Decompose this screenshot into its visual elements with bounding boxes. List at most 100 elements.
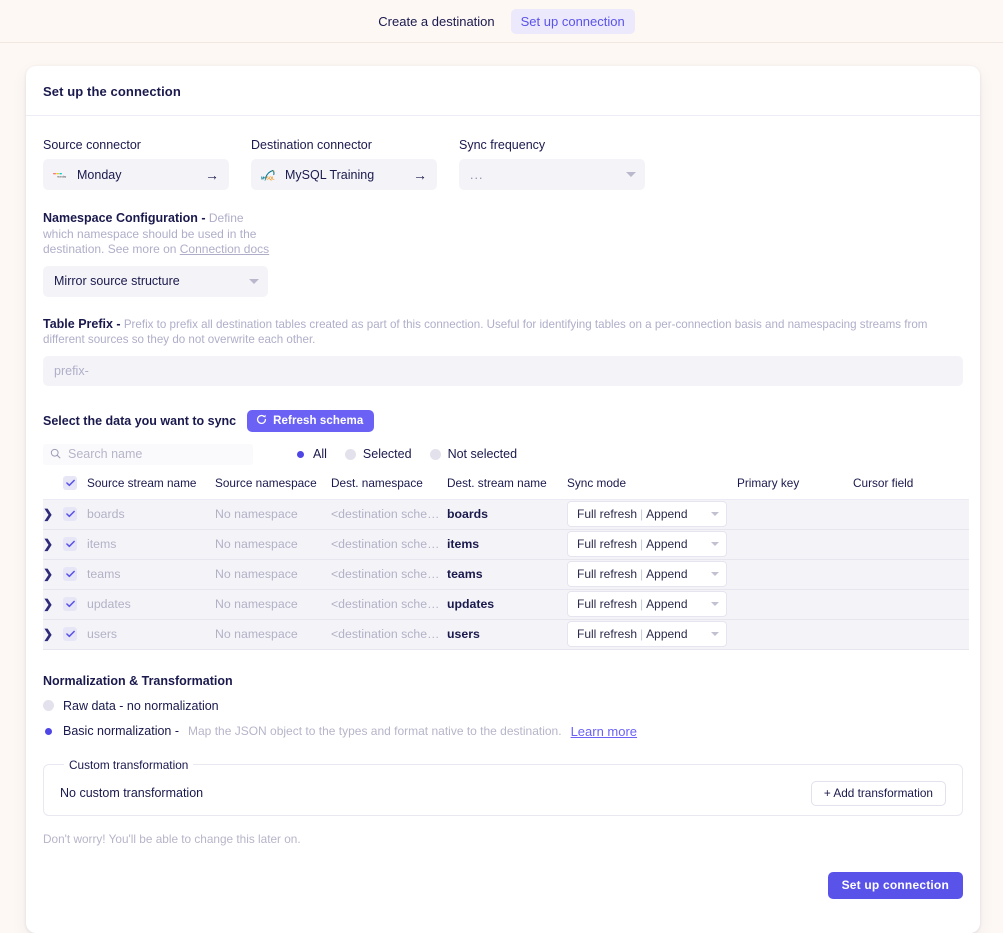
refresh-icon: [256, 414, 267, 428]
row-checkbox-cell[interactable]: [63, 529, 87, 560]
namespace-select[interactable]: Mirror source structure: [43, 265, 268, 297]
cell-dest-stream-name: updates: [447, 589, 567, 620]
sync-mode-primary: Full refresh: [577, 537, 638, 551]
source-connector-box[interactable]: monday Monday →: [43, 159, 229, 190]
radio-icon: [43, 725, 54, 737]
normalization-option-basic[interactable]: Basic normalization - Map the JSON objec…: [43, 724, 963, 739]
destination-connector-box[interactable]: My SQL MySQL Training →: [251, 159, 437, 190]
row-checkbox[interactable]: [63, 627, 77, 641]
sync-mode-separator: |: [640, 537, 644, 551]
table-row[interactable]: ❯ users No namespace <destination schem.…: [43, 619, 969, 650]
cell-dest-namespace-text: <destination schem...: [331, 597, 447, 611]
cell-sync-mode[interactable]: Full refresh | Append: [567, 589, 737, 620]
search-input[interactable]: [68, 447, 246, 461]
cell-dest-namespace-text: <destination schem...: [331, 567, 447, 581]
table-row[interactable]: ❯ boards No namespace <destination schem…: [43, 499, 969, 530]
refresh-schema-button[interactable]: Refresh schema: [247, 409, 375, 432]
chevron-down-icon: [711, 512, 719, 516]
header-source-namespace: Source namespace: [215, 475, 331, 500]
row-checkbox[interactable]: [63, 507, 77, 521]
chevron-down-icon: [626, 172, 636, 177]
cell-dest-namespace: <destination schem...: [331, 589, 447, 620]
cell-source-namespace: No namespace: [215, 499, 331, 530]
cell-dest-namespace: <destination schem...: [331, 619, 447, 650]
table-prefix-description: Table Prefix - Prefix to prefix all dest…: [43, 317, 963, 347]
sync-mode-select[interactable]: Full refresh | Append: [567, 531, 727, 557]
header-cursor-field: Cursor field: [853, 475, 969, 500]
sync-mode-select[interactable]: Full refresh | Append: [567, 591, 727, 617]
cell-primary-key: [737, 559, 853, 590]
search-box[interactable]: [43, 443, 253, 465]
radio-icon: [344, 448, 356, 460]
step-setup-connection[interactable]: Set up connection: [510, 8, 635, 34]
normalization-section: Normalization & Transformation Raw data …: [43, 650, 963, 846]
row-expander-cell[interactable]: ❯: [43, 529, 63, 560]
chevron-right-icon[interactable]: ❯: [43, 507, 53, 521]
sync-mode-separator: |: [640, 507, 644, 521]
sync-mode-secondary: Append: [646, 567, 688, 581]
normalization-option-raw[interactable]: Raw data - no normalization: [43, 699, 963, 713]
arrow-right-icon[interactable]: →: [413, 168, 427, 182]
card-footer: Set up connection: [26, 846, 980, 899]
chevron-right-icon[interactable]: ❯: [43, 567, 53, 581]
connection-docs-link[interactable]: Connection docs: [180, 242, 269, 256]
row-checkbox[interactable]: [63, 537, 77, 551]
sync-frequency-value: ...: [470, 167, 484, 182]
row-checkbox-cell[interactable]: [63, 559, 87, 590]
arrow-right-icon[interactable]: →: [205, 168, 219, 182]
learn-more-link[interactable]: Learn more: [571, 724, 637, 739]
filter-radio-not-selected[interactable]: Not selected: [429, 447, 517, 461]
step-create-destination[interactable]: Create a destination: [368, 9, 504, 34]
cell-sync-mode[interactable]: Full refresh | Append: [567, 559, 737, 590]
table-row[interactable]: ❯ items No namespace <destination schem.…: [43, 529, 969, 560]
namespace-select-value: Mirror source structure: [54, 274, 180, 288]
wizard-step-bar: Create a destination Set up connection: [0, 0, 1003, 42]
sync-frequency-select[interactable]: ...: [459, 159, 645, 190]
row-checkbox[interactable]: [63, 567, 77, 581]
table-row[interactable]: ❯ updates No namespace <destination sche…: [43, 589, 969, 620]
monday-logo-icon: monday: [53, 168, 69, 182]
custom-transformation-inner: No custom transformation + Add transform…: [60, 780, 946, 806]
source-connector-field: Source connector monday Monday →: [43, 138, 229, 190]
row-checkbox[interactable]: [63, 597, 77, 611]
row-expander-cell[interactable]: ❯: [43, 559, 63, 590]
row-expander-cell[interactable]: ❯: [43, 619, 63, 650]
row-expander-cell[interactable]: ❯: [43, 499, 63, 530]
cell-primary-key: [737, 619, 853, 650]
row-checkbox-cell[interactable]: [63, 589, 87, 620]
setup-connection-button[interactable]: Set up connection: [827, 871, 963, 899]
cell-primary-key: [737, 529, 853, 560]
sync-mode-select[interactable]: Full refresh | Append: [567, 621, 727, 647]
destination-connector-label: Destination connector: [251, 138, 372, 152]
table-header-row: Source stream name Source namespace Dest…: [43, 475, 969, 500]
header-source-stream-name: Source stream name: [87, 475, 215, 500]
sync-mode-text: Full refresh | Append: [577, 567, 688, 581]
row-checkbox-cell[interactable]: [63, 619, 87, 650]
filter-radio-selected[interactable]: Selected: [344, 447, 412, 461]
chevron-down-icon: [711, 572, 719, 576]
cell-source-namespace: No namespace: [215, 529, 331, 560]
chevron-down-icon: [711, 632, 719, 636]
table-row[interactable]: ❯ teams No namespace <destination schem.…: [43, 559, 969, 590]
add-transformation-button[interactable]: + Add transformation: [810, 780, 946, 806]
cell-sync-mode[interactable]: Full refresh | Append: [567, 499, 737, 530]
sync-mode-separator: |: [640, 597, 644, 611]
chevron-right-icon[interactable]: ❯: [43, 537, 53, 551]
svg-text:monday: monday: [57, 174, 67, 178]
table-prefix-input-wrap[interactable]: prefix-: [43, 355, 963, 386]
cell-source-stream-name: teams: [87, 559, 215, 590]
chevron-right-icon[interactable]: ❯: [43, 627, 53, 641]
cell-source-stream-name: users: [87, 619, 215, 650]
cell-sync-mode[interactable]: Full refresh | Append: [567, 619, 737, 650]
cell-sync-mode[interactable]: Full refresh | Append: [567, 529, 737, 560]
row-checkbox-cell[interactable]: [63, 499, 87, 530]
row-expander-cell[interactable]: ❯: [43, 589, 63, 620]
card-header: Set up the connection: [26, 66, 980, 116]
chevron-down-icon: [711, 542, 719, 546]
cell-source-stream-name: items: [87, 529, 215, 560]
filter-radio-all[interactable]: All: [295, 447, 327, 461]
chevron-right-icon[interactable]: ❯: [43, 597, 53, 611]
sync-mode-select[interactable]: Full refresh | Append: [567, 561, 727, 587]
sync-mode-select[interactable]: Full refresh | Append: [567, 501, 727, 527]
select-all-checkbox[interactable]: [63, 475, 77, 490]
